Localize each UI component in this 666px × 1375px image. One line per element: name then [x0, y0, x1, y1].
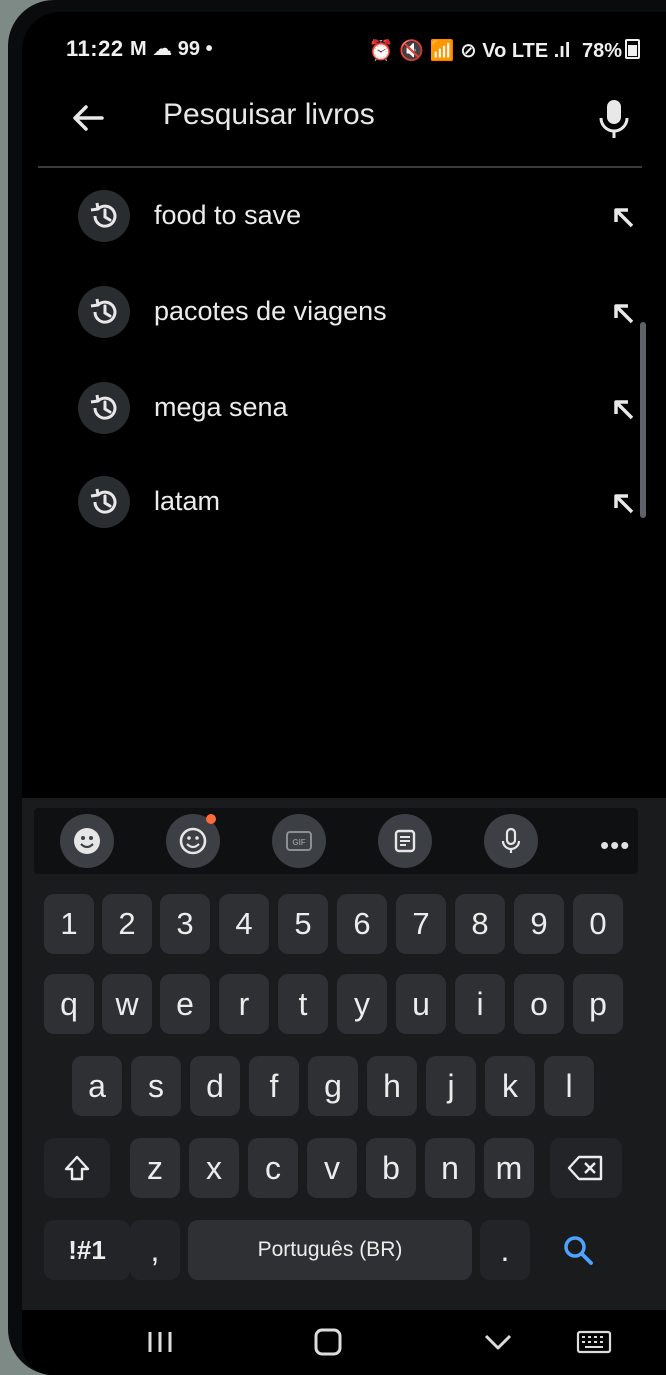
gif-icon[interactable]: GIF	[272, 814, 326, 868]
key-r[interactable]: r	[219, 974, 269, 1034]
search-header: Pesquisar livros	[22, 82, 666, 166]
period-key[interactable]: .	[480, 1220, 530, 1280]
shift-key[interactable]	[44, 1138, 110, 1198]
voice-input-mic-icon[interactable]	[484, 814, 538, 868]
key-s[interactable]: s	[131, 1056, 181, 1116]
fill-query-arrow-icon[interactable]	[608, 298, 638, 328]
key-c[interactable]: c	[248, 1138, 298, 1198]
fill-query-arrow-icon[interactable]	[608, 488, 638, 518]
on-screen-keyboard: GIF ••• 1 2 3 4 5 6 7 8 9 0 q w e r t y …	[22, 798, 666, 1375]
key-w[interactable]: w	[102, 974, 152, 1034]
symbols-key[interactable]: !#1	[44, 1220, 130, 1280]
key-t[interactable]: t	[278, 974, 328, 1034]
suggestion-label: mega sena	[154, 392, 288, 422]
key-u[interactable]: u	[396, 974, 446, 1034]
keyboard-switch-icon[interactable]	[570, 1322, 618, 1362]
key-a[interactable]: a	[72, 1056, 122, 1116]
key-j[interactable]: j	[426, 1056, 476, 1116]
key-4[interactable]: 4	[219, 894, 269, 954]
search-history-item[interactable]: pacotes de viagens	[78, 286, 638, 346]
suggestion-label: latam	[154, 486, 221, 516]
key-z[interactable]: z	[130, 1138, 180, 1198]
status-time: 11:22	[66, 36, 124, 61]
fill-query-arrow-icon[interactable]	[608, 202, 638, 232]
comma-key[interactable]: ,	[130, 1220, 180, 1280]
key-1[interactable]: 1	[44, 894, 94, 954]
history-icon	[78, 476, 130, 528]
back-arrow-icon[interactable]	[66, 96, 110, 140]
svg-text:GIF: GIF	[292, 838, 305, 847]
key-l[interactable]: l	[544, 1056, 594, 1116]
search-history-item[interactable]: latam	[78, 476, 638, 536]
more-options-icon[interactable]: •••	[600, 830, 630, 861]
shift-arrow-icon	[64, 1155, 90, 1181]
header-divider	[38, 166, 642, 168]
key-8[interactable]: 8	[455, 894, 505, 954]
search-history-item[interactable]: mega sena	[78, 382, 638, 442]
history-icon	[78, 382, 130, 434]
keyboard-toolbar: GIF •••	[34, 808, 638, 874]
key-p[interactable]: p	[573, 974, 623, 1034]
key-i[interactable]: i	[455, 974, 505, 1034]
key-n[interactable]: n	[425, 1138, 475, 1198]
status-system-icons: ⏰ 🔇 📶 ⊘ Vo LTE .ıl 78%	[369, 38, 640, 63]
clipboard-icon[interactable]	[378, 814, 432, 868]
system-navigation-bar	[22, 1310, 666, 1375]
key-o[interactable]: o	[514, 974, 564, 1034]
status-bar: 11:22 M ☁ 99 • ⏰ 🔇 📶 ⊘ Vo LTE .ıl 78%	[22, 12, 666, 82]
key-q[interactable]: q	[44, 974, 94, 1034]
backspace-key[interactable]	[550, 1138, 622, 1198]
home-icon[interactable]	[304, 1322, 352, 1362]
search-key[interactable]	[542, 1220, 614, 1280]
key-d[interactable]: d	[190, 1056, 240, 1116]
emoji-icon[interactable]	[60, 814, 114, 868]
history-icon	[78, 286, 130, 338]
status-notification-icons: M ☁ 99 •	[130, 38, 213, 60]
key-3[interactable]: 3	[160, 894, 210, 954]
key-9[interactable]: 9	[514, 894, 564, 954]
key-7[interactable]: 7	[396, 894, 446, 954]
search-input[interactable]: Pesquisar livros	[163, 98, 375, 132]
suggestion-label: food to save	[154, 200, 302, 230]
sticker-icon[interactable]	[166, 814, 220, 868]
battery-percentage: 78%	[581, 40, 622, 62]
key-k[interactable]: k	[485, 1056, 535, 1116]
key-0[interactable]: 0	[573, 894, 623, 954]
key-h[interactable]: h	[367, 1056, 417, 1116]
notification-dot	[206, 814, 216, 824]
screen: 11:22 M ☁ 99 • ⏰ 🔇 📶 ⊘ Vo LTE .ıl 78% Pe…	[22, 12, 666, 1375]
suggestion-label: pacotes de viagens	[154, 296, 387, 326]
search-history-item[interactable]: food to save	[78, 190, 638, 250]
hide-keyboard-icon[interactable]	[474, 1322, 522, 1362]
status-indicator-icons: ⏰ 🔇 📶 ⊘ Vo LTE .ıl	[368, 40, 571, 62]
space-bar[interactable]: Português (BR)	[188, 1220, 472, 1280]
history-icon	[78, 190, 130, 242]
recent-apps-icon[interactable]	[136, 1322, 184, 1362]
voice-search-mic-icon[interactable]	[592, 94, 636, 142]
key-g[interactable]: g	[308, 1056, 358, 1116]
key-b[interactable]: b	[366, 1138, 416, 1198]
key-x[interactable]: x	[189, 1138, 239, 1198]
search-icon	[564, 1236, 593, 1265]
key-5[interactable]: 5	[278, 894, 328, 954]
key-e[interactable]: e	[160, 974, 210, 1034]
key-y[interactable]: y	[337, 974, 387, 1034]
key-2[interactable]: 2	[102, 894, 152, 954]
scrollbar[interactable]	[640, 322, 646, 518]
fill-query-arrow-icon[interactable]	[608, 394, 638, 424]
key-6[interactable]: 6	[337, 894, 387, 954]
battery-icon	[625, 39, 640, 59]
key-v[interactable]: v	[307, 1138, 357, 1198]
key-m[interactable]: m	[484, 1138, 534, 1198]
key-f[interactable]: f	[249, 1056, 299, 1116]
backspace-icon	[567, 1155, 603, 1181]
